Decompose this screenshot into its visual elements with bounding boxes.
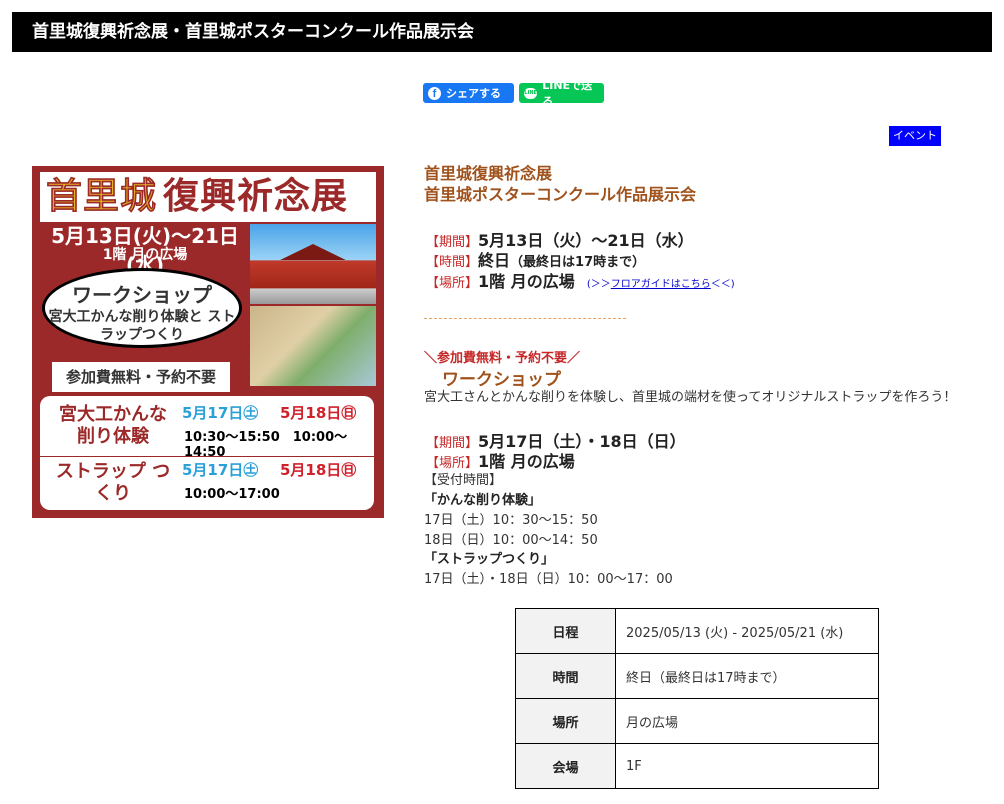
poster-workshop-title: ワークショップ [72, 283, 212, 307]
table-value: 終日（最終日は17時まで） [615, 653, 879, 699]
poster-title: 首里城 復興祈念展 [40, 172, 376, 222]
place-label: 【場所】 [426, 276, 479, 291]
castle-roof-shape [280, 244, 346, 260]
table-row: 時間 終日（最終日は17時まで） [515, 653, 879, 699]
workshop-photo [250, 306, 376, 386]
poster-schedule-date2: 5月18日㊐ [280, 404, 357, 422]
facebook-share-label: シェアする [446, 87, 501, 100]
strap-time: 17日（土）・18日（日）10：00〜17：00 [424, 572, 673, 587]
poster-schedule-name: 宮大工かんな 削り体験 [59, 404, 167, 447]
poster-schedule-times: 10:30〜15:50 10:00〜14:50 [184, 430, 348, 460]
poster-schedule-name: ストラップ つくり [55, 461, 171, 504]
event-poster: 首里城 復興祈念展 5月13日(火)〜21日(水) 1階 月の広場 ワークショップ… [32, 166, 384, 518]
event-heading: 首里城復興祈念展 首里城ポスターコンクール作品展示会 [424, 163, 984, 205]
table-label: 日程 [515, 608, 616, 654]
facebook-share-button[interactable]: f シェアする [423, 83, 514, 103]
floor-guide-prefix: (＞＞ [586, 279, 611, 290]
line-share-label: LINEで送る [542, 79, 593, 108]
poster-title-yellow: 首里城 [46, 176, 158, 218]
floor-guide-text[interactable]: フロアガイドはこちら [611, 279, 711, 290]
place-value: 1階 月の広場 [478, 272, 575, 291]
poster-free-banner: 参加費無料・予約不要 [50, 360, 232, 394]
poster-schedule-date2: 5月18日㊐ [280, 461, 357, 479]
strap-title: 「ストラップつくり」 [424, 552, 555, 567]
poster-schedule: 宮大工かんな 削り体験 5月17日㊏ 5月18日㊐ 10:30〜15:50 10… [40, 396, 374, 510]
poster-schedule-row: 宮大工かんな 削り体験 5月17日㊏ 5月18日㊐ 10:30〜15:50 10… [40, 400, 374, 460]
table-row: 場所 月の広場 [515, 698, 879, 744]
table-row: 会場 1F [515, 743, 879, 789]
event-title-line2: 首里城ポスターコンクール作品展示会 [424, 185, 697, 204]
poster-schedule-times: 10:00〜17:00 [184, 487, 280, 502]
kanna-title: 「かんな削り体験」 [424, 493, 542, 508]
poster-schedule-date1: 5月17日㊏ [182, 404, 259, 422]
line-share-button[interactable]: LINE LINEで送る [519, 79, 604, 108]
event-place: 【場所】1階 月の広場 (＞＞フロアガイドはこちら＜＜) [426, 268, 735, 292]
table-label: 場所 [515, 698, 616, 744]
poster-schedule-row: ストラップ つくり 5月17日㊏ 5月18日㊐ 10:00〜17:00 [40, 456, 374, 509]
workshop-free-note: ＼参加費無料・予約不要／ [424, 351, 581, 366]
category-tag[interactable]: イベント [889, 126, 941, 146]
table-value: 1F [615, 743, 879, 789]
poster-place: 1階 月の広場 [102, 247, 188, 263]
table-label: 会場 [515, 743, 616, 789]
table-value: 月の広場 [615, 698, 879, 744]
poster-workshop-oval: ワークショップ 宮大工かんな削り体験と ストラップつくり [42, 268, 242, 348]
table-row: 日程 2025/05/13 (火) - 2025/05/21 (水) [515, 608, 879, 654]
table-value: 2025/05/13 (火) - 2025/05/21 (水) [615, 608, 879, 654]
page-title: 首里城復興祈念展・首里城ポスターコンクール作品展示会 [12, 12, 992, 52]
table-label: 時間 [515, 653, 616, 699]
poster-workshop-sub: 宮大工かんな削り体験と ストラップつくり [48, 309, 236, 343]
floor-guide-suffix: ＜＜) [710, 279, 735, 290]
share-buttons: f シェアする LINE LINEで送る [423, 79, 604, 108]
poster-schedule-date1: 5月17日㊏ [182, 461, 259, 479]
workshop-description: 宮大工さんとかんな削りを体験し、首里城の端材を使ってオリジナルストラップを作ろう… [424, 390, 957, 405]
reception-label: 【受付時間】 [424, 473, 503, 488]
event-details-table: 日程 2025/05/13 (火) - 2025/05/21 (水) 時間 終日… [515, 608, 879, 789]
facebook-icon: f [428, 86, 441, 100]
section-divider [424, 318, 626, 319]
workshop-title: ワークショップ [442, 370, 561, 390]
poster-title-red: 復興祈念展 [163, 176, 349, 217]
kanna-time-2: 18日（日）10：00〜14：50 [424, 533, 598, 548]
castle-photo [250, 224, 376, 304]
floor-guide-link[interactable]: (＞＞フロアガイドはこちら＜＜) [587, 279, 735, 290]
line-icon: LINE [524, 87, 538, 99]
event-title-line1: 首里城復興祈念展 [424, 164, 553, 183]
kanna-time-1: 17日（土）10：30〜15：50 [424, 513, 598, 528]
